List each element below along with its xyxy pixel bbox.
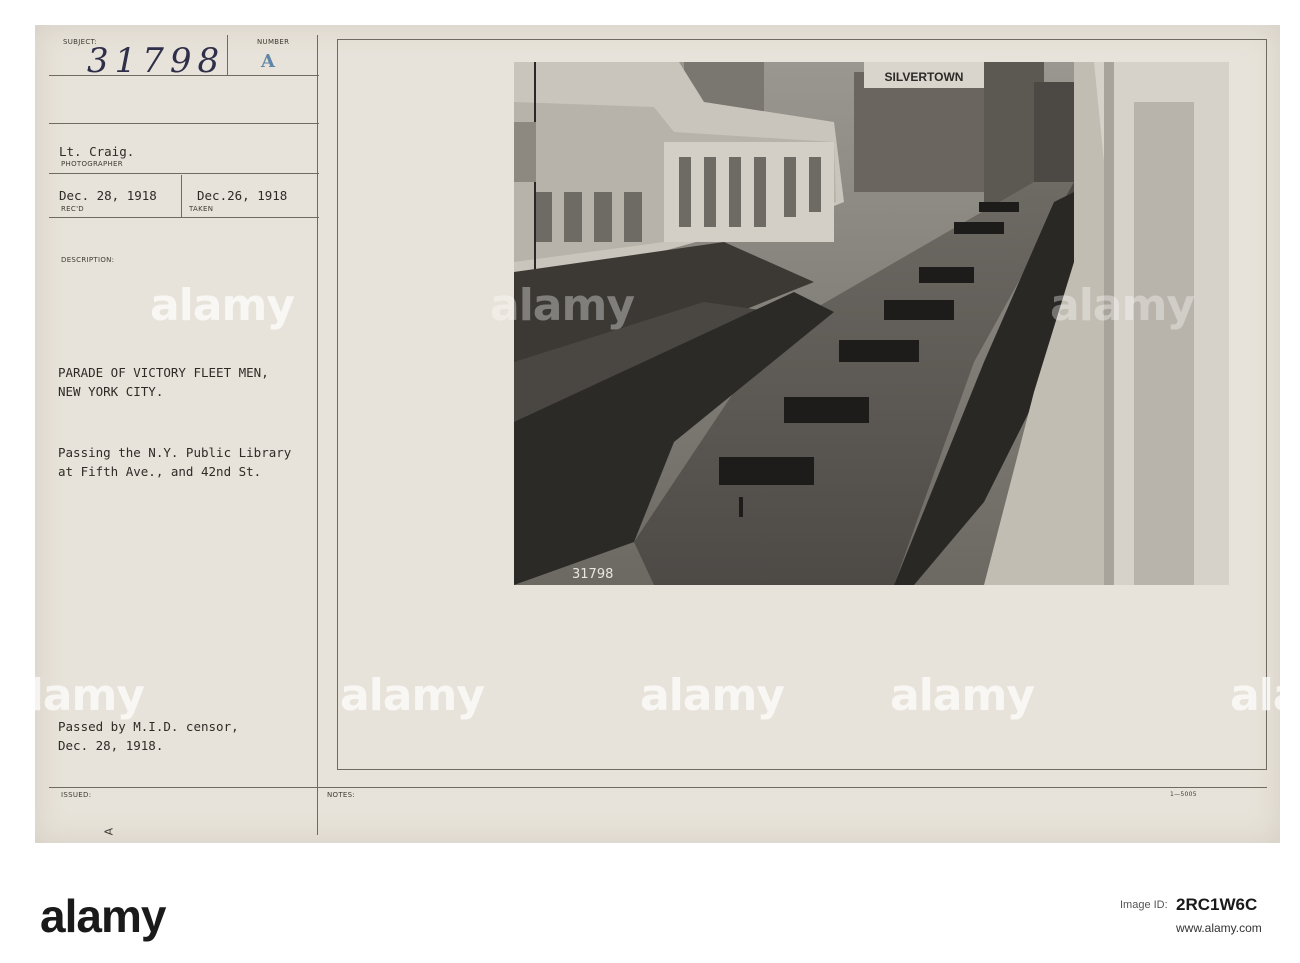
description-title-line-1: PARADE OF VICTORY FLEET MEN, — [58, 365, 269, 380]
received-label: REC'D — [61, 205, 84, 213]
issued-label: ISSUED: — [61, 791, 92, 799]
censor-line-2: Dec. 28, 1918. — [58, 738, 164, 753]
watermark-card-lower-center: alamy — [640, 670, 785, 721]
description-title-line-2: NEW YORK CITY. — [58, 384, 164, 399]
subject-number-divider — [227, 35, 228, 75]
number-value: A — [261, 51, 275, 72]
notes-label: NOTES: — [327, 791, 356, 799]
watermark-card-lower-mid: alamy — [340, 670, 485, 721]
photographer-name: Lt. Craig. — [59, 144, 135, 159]
negative-number: 31798 — [572, 567, 613, 582]
description-detail-line-2: at Fifth Ave., and 42nd St. — [58, 464, 262, 479]
dates-underline — [49, 217, 319, 218]
description-detail-line-1: Passing the N.Y. Public Library — [58, 445, 292, 460]
footer-url: www.alamy.com — [1176, 921, 1262, 935]
photo-frame-top — [337, 39, 1267, 40]
photographer-underline — [49, 173, 319, 174]
form-code: 1—5005 — [1170, 791, 1197, 798]
footer-image-id-label: Image ID: — [1120, 899, 1168, 911]
watermark-card-lower-right: alamy — [890, 670, 1035, 721]
number-label: NUMBER — [257, 38, 290, 46]
corner-mark: A — [102, 827, 116, 836]
censor-line-1: Passed by M.I.D. censor, — [58, 719, 239, 734]
photographer-label: PHOTOGRAPHER — [61, 160, 123, 168]
dates-divider — [181, 175, 182, 217]
photo-frame-bottom — [337, 769, 1267, 770]
watermark-photo-right: alamy — [1050, 280, 1195, 331]
description-label: DESCRIPTION: — [61, 256, 115, 264]
photographer-top-line — [49, 123, 319, 124]
taken-label: TAKEN — [189, 205, 214, 213]
footer-image-id: 2RC1W6C — [1176, 895, 1258, 914]
photo-frame-right — [1266, 39, 1267, 769]
left-column-divider — [317, 35, 318, 835]
received-date: Dec. 28, 1918 — [59, 188, 157, 203]
taken-date: Dec.26, 1918 — [197, 188, 288, 203]
stock-footer-bar: alamy Image ID: 2RC1W6C www.alamy.com — [0, 873, 1300, 963]
watermark-card-upper: alamy — [150, 280, 295, 331]
footer-brand-logo: alamy — [40, 890, 166, 942]
photo-frame-left — [337, 39, 338, 769]
watermark-card-lower-left: alamy — [0, 670, 145, 721]
watermark-card-far-right: alamy — [1230, 670, 1300, 721]
footer-top-line — [49, 787, 1267, 788]
subject-number: 31798 — [87, 41, 226, 81]
watermark-photo-left: alamy — [490, 280, 635, 331]
silvertown-sign: SILVERTOWN — [885, 70, 964, 84]
